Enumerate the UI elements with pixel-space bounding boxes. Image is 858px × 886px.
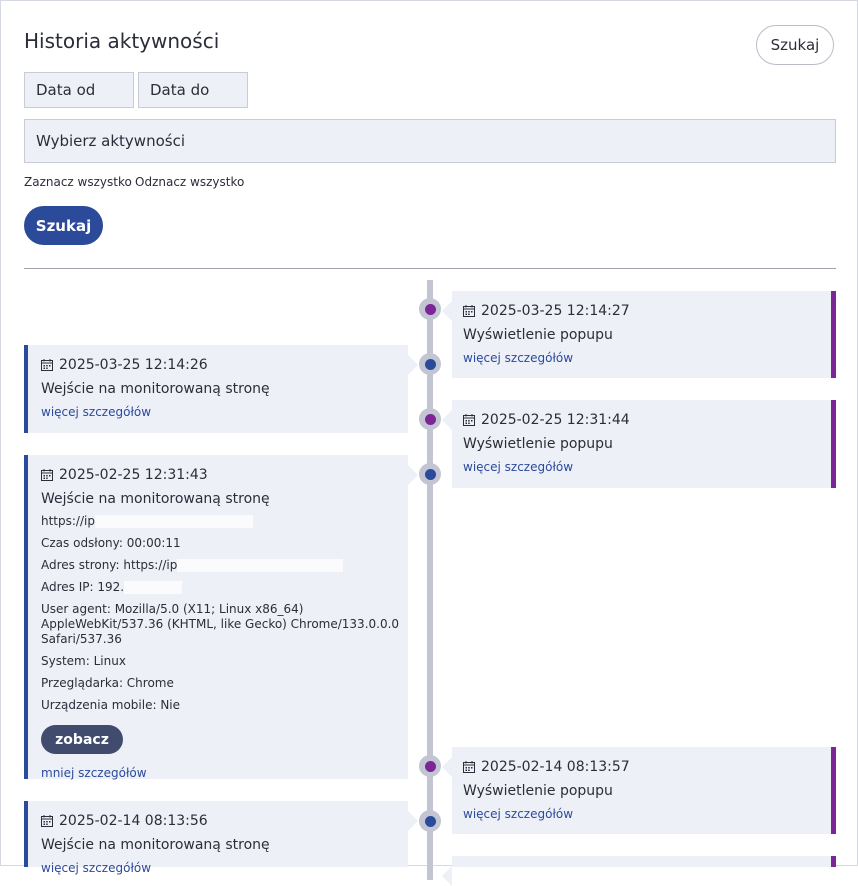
event-date: 2025-02-25 12:31:44 bbox=[463, 410, 831, 430]
event-date-text: 2025-02-14 08:13:56 bbox=[59, 813, 208, 829]
page-title: Historia aktywności bbox=[24, 29, 220, 53]
more-details-link[interactable]: więcej szczegółów bbox=[41, 859, 408, 877]
date-to-input[interactable]: Data do bbox=[138, 72, 248, 108]
event-activity: Wejście na monitorowaną stronę bbox=[41, 491, 270, 507]
deselect-all-link[interactable]: Odznacz wszystko bbox=[135, 175, 244, 189]
less-details-link[interactable]: mniej szczegółów bbox=[41, 764, 408, 782]
event-activity: Wyświetlenie popupu bbox=[463, 436, 613, 452]
timeline-card: 2025-03-25 12:14:26 Wejście na monitorow… bbox=[24, 345, 418, 433]
event-activity: Wyświetlenie popupu bbox=[463, 327, 613, 343]
view-button[interactable]: zobacz bbox=[41, 725, 123, 754]
detail-ip-address: Adres IP: 192. bbox=[41, 580, 401, 595]
event-date: 2025-02-25 12:31:43 bbox=[41, 465, 408, 485]
event-activity: Wejście na monitorowaną stronę bbox=[41, 381, 270, 397]
timeline-node bbox=[419, 408, 441, 430]
timeline-card: 2025-02-14 08:13:56 Wejście na monitorow… bbox=[24, 801, 418, 875]
timeline-card: 2025-03-25 12:14:27 Wyświetlenie popupu … bbox=[442, 291, 836, 378]
detail-time-on-page: Czas odsłony: 00:00:11 bbox=[41, 536, 181, 550]
timeline-card-expanded: 2025-02-25 12:31:43 Wejście na monitorow… bbox=[24, 455, 418, 782]
more-details-link[interactable]: więcej szczegółów bbox=[41, 403, 408, 421]
more-details-link[interactable]: więcej szczegółów bbox=[463, 805, 831, 823]
event-date-text: 2025-03-25 12:14:27 bbox=[481, 303, 630, 319]
timeline-node bbox=[419, 810, 441, 832]
detail-browser: Przeglądarka: Chrome bbox=[41, 676, 174, 690]
detail-system: System: Linux bbox=[41, 654, 126, 668]
search-button[interactable]: Szukaj bbox=[24, 206, 103, 245]
timeline-node bbox=[419, 463, 441, 485]
event-date: 2025-02-14 08:13:57 bbox=[463, 757, 831, 777]
date-from-input[interactable]: Data od bbox=[24, 72, 134, 108]
timeline-card: 2025-02-14 08:13:57 Wyświetlenie popupu … bbox=[442, 747, 836, 834]
detail-url: https://ip bbox=[41, 514, 401, 529]
event-date: 2025-03-25 12:14:26 bbox=[41, 355, 408, 375]
event-activity: Wyświetlenie popupu bbox=[463, 783, 613, 799]
select-all-link[interactable]: Zaznacz wszystko bbox=[24, 175, 132, 189]
detail-page-address: Adres strony: https://ip bbox=[41, 558, 401, 573]
detail-user-agent: User agent: Mozilla/5.0 (X11; Linux x86_… bbox=[41, 602, 400, 646]
more-details-link[interactable]: więcej szczegółów bbox=[463, 458, 831, 476]
calendar-icon bbox=[463, 305, 475, 317]
timeline-card: 2025-02-25 12:31:44 Wyświetlenie popupu … bbox=[442, 400, 836, 488]
detail-mobile: Urządzenia mobile: Nie bbox=[41, 698, 181, 712]
divider bbox=[24, 268, 836, 269]
search-button-top[interactable]: Szukaj bbox=[756, 25, 834, 65]
event-date: 2025-03-25 12:14:27 bbox=[463, 301, 831, 321]
calendar-icon bbox=[41, 815, 53, 827]
more-details-link[interactable]: więcej szczegółów bbox=[463, 349, 831, 367]
calendar-icon bbox=[463, 414, 475, 426]
event-date-text: 2025-02-14 08:13:57 bbox=[481, 759, 630, 775]
calendar-icon bbox=[41, 359, 53, 371]
event-date-text: 2025-02-25 12:31:43 bbox=[59, 467, 208, 483]
timeline-card-partial bbox=[442, 856, 836, 886]
calendar-icon bbox=[41, 469, 53, 481]
calendar-icon bbox=[463, 761, 475, 773]
timeline-node bbox=[419, 755, 441, 777]
event-date-text: 2025-03-25 12:14:26 bbox=[59, 357, 208, 373]
activities-select[interactable]: Wybierz aktywności bbox=[24, 119, 836, 163]
event-activity: Wejście na monitorowaną stronę bbox=[41, 837, 270, 853]
event-date: 2025-02-14 08:13:56 bbox=[41, 811, 408, 831]
event-date-text: 2025-02-25 12:31:44 bbox=[481, 412, 630, 428]
timeline-node bbox=[419, 298, 441, 320]
timeline-node bbox=[419, 353, 441, 375]
